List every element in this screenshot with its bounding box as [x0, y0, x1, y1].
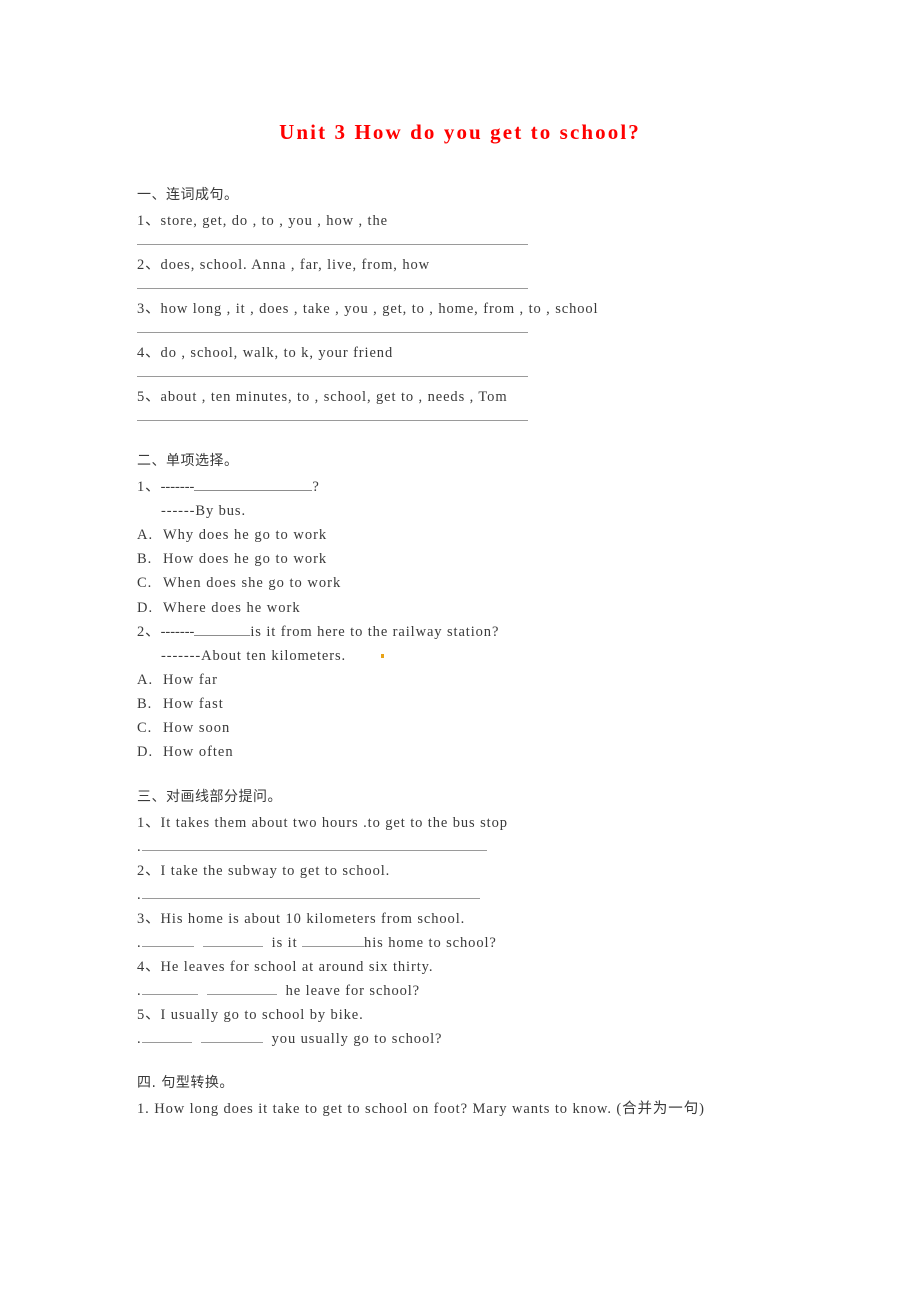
answer-blank[interactable] — [141, 885, 480, 899]
answer-blank[interactable] — [194, 622, 251, 636]
option-text: How soon — [163, 720, 231, 737]
section-two: 二、单项选择。 1、-------? ------By bus. A. Why d… — [137, 451, 837, 765]
question-number: 1、 — [137, 479, 161, 495]
option-text: How far — [163, 671, 218, 688]
section-two-heading: 二、单项选择。 — [137, 453, 239, 469]
answer-rule[interactable] — [137, 244, 528, 245]
section-three-item-2: 2、I take the subway to get to school. — [137, 862, 391, 879]
section-two-answer-1: ------By bus. — [161, 503, 246, 519]
section-four-heading: 四. 句型转换。 — [137, 1074, 234, 1091]
section-three: 三、对画线部分提问。 1、It takes them about two hou… — [137, 787, 837, 1051]
section-three-answer-2: . — [137, 883, 837, 907]
section-one-heading: 一、连词成句。 — [137, 187, 239, 203]
section-four-item-1: 1. How long does it take to get to schoo… — [137, 1100, 705, 1117]
option-d[interactable]: D. Where does he work — [137, 596, 837, 620]
section-three-answer-1: . — [137, 835, 837, 859]
section-two-answer-2: -------About ten kilometers. — [161, 647, 347, 664]
section-one-item-5: 5、about , ten minutes, to , school, get … — [137, 389, 508, 405]
ink-artifact-dot — [381, 654, 384, 658]
section-three-answer-4: . he leave for school? — [137, 979, 837, 1003]
option-text: Why does he go to work — [163, 527, 328, 543]
mid-text: is it — [271, 934, 298, 951]
tail-text: his home to school? — [364, 934, 497, 951]
answer-blank[interactable] — [141, 981, 198, 995]
answer-rule[interactable] — [137, 288, 528, 289]
leading-dashes: ------- — [160, 623, 195, 640]
section-three-answer-3: . is it his home to school? — [137, 931, 837, 955]
option-c[interactable]: C. When does she go to work — [137, 571, 837, 595]
option-label: D. — [137, 599, 154, 616]
section-one-item-1: 1、store, get, do , to , you , how , the — [137, 213, 388, 229]
answer-rule[interactable] — [137, 332, 528, 333]
worksheet-page: Unit 3 How do you get to school? 一、连词成句。… — [0, 0, 920, 1302]
section-three-heading: 三、对画线部分提问。 — [137, 788, 282, 805]
option-label: C. — [137, 720, 153, 737]
answer-blank[interactable] — [194, 477, 313, 491]
option-d[interactable]: D. How often — [137, 740, 837, 764]
option-b[interactable]: B. How fast — [137, 692, 837, 716]
answer-blank[interactable] — [200, 1029, 263, 1043]
question-tail: ? — [312, 479, 320, 495]
answer-blank[interactable] — [302, 933, 365, 947]
answer-blank[interactable] — [202, 933, 263, 947]
tail-text: you usually go to school? — [271, 1030, 443, 1047]
option-text: How does he go to work — [163, 551, 328, 568]
section-three-item-5: 5、I usually go to school by bike. — [137, 1006, 364, 1023]
section-two-question-2: 2、------- is it from here to the railway … — [137, 620, 837, 644]
section-three-item-1: 1、It takes them about two hours .to get … — [137, 814, 508, 831]
section-three-answer-5: . you usually go to school? — [137, 1027, 837, 1051]
section-one-item-4: 4、do , school, walk, to k, your friend — [137, 345, 394, 361]
section-one-item-2: 2、does, school. Anna , far, live, from, … — [137, 257, 431, 273]
option-label: D. — [137, 744, 154, 761]
option-label: A. — [137, 671, 154, 688]
option-c[interactable]: C. How soon — [137, 716, 837, 740]
option-text: Where does he work — [163, 599, 301, 616]
option-text: How often — [163, 744, 234, 761]
section-one-item-3: 3、how long , it , does , take , you , ge… — [137, 301, 599, 317]
option-label: A. — [137, 527, 154, 543]
option-a[interactable]: A. How far — [137, 668, 837, 692]
option-label: B. — [137, 696, 153, 713]
answer-rule[interactable] — [137, 376, 528, 377]
section-three-item-3: 3、His home is about 10 kilometers from s… — [137, 910, 466, 927]
answer-blank[interactable] — [206, 981, 277, 995]
section-two-question-1: 1、-------? — [137, 475, 837, 499]
answer-blank[interactable] — [141, 1029, 192, 1043]
leading-dashes: ------- — [160, 479, 195, 495]
option-label: C. — [137, 575, 153, 592]
page-title: Unit 3 How do you get to school? — [279, 120, 641, 144]
option-text: How fast — [163, 696, 224, 713]
option-text: When does she go to work — [163, 575, 342, 592]
answer-blank[interactable] — [141, 933, 194, 947]
section-four: 四. 句型转换。 1. How long does it take to get… — [137, 1073, 837, 1121]
answer-blank[interactable] — [141, 837, 487, 851]
option-b[interactable]: B. How does he go to work — [137, 547, 837, 571]
option-label: B. — [137, 551, 153, 568]
question-number: 2、 — [137, 623, 161, 640]
option-a[interactable]: A. Why does he go to work — [137, 523, 837, 547]
section-three-item-4: 4、He leaves for school at around six thi… — [137, 958, 434, 975]
question-tail: is it from here to the railway station? — [250, 623, 500, 640]
answer-rule[interactable] — [137, 420, 528, 421]
section-one: 一、连词成句。 1、store, get, do , to , you , ho… — [137, 185, 837, 421]
tail-text: he leave for school? — [285, 982, 421, 999]
worksheet-body: 一、连词成句。 1、store, get, do , to , you , ho… — [137, 185, 837, 1121]
